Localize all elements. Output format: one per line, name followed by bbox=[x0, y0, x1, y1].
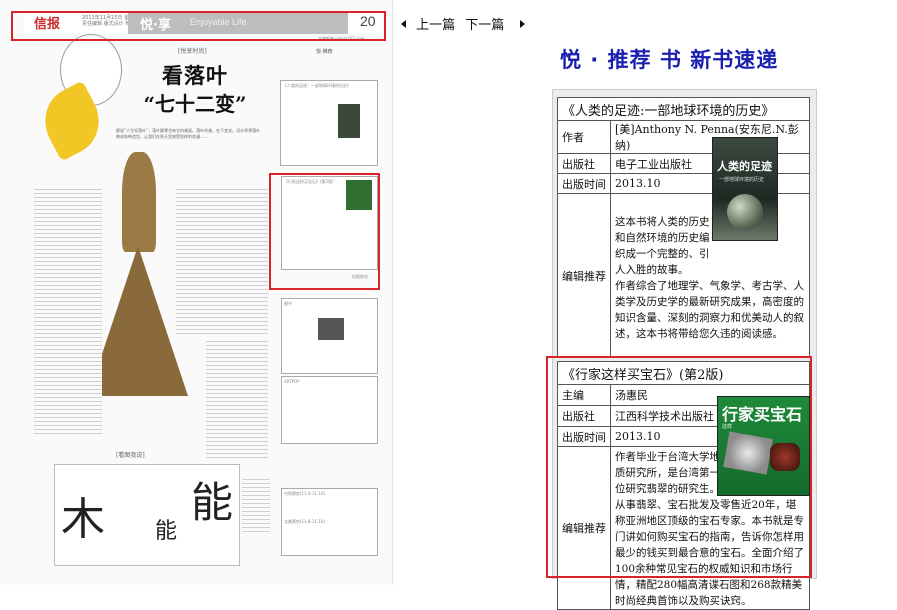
book1-author-label: 作者 bbox=[557, 120, 611, 154]
side-art-title: ARTPOP bbox=[284, 379, 300, 384]
article-body-column-3 bbox=[206, 338, 268, 458]
side-new-books-photo bbox=[318, 318, 344, 340]
calligraphy-char-2: 能 bbox=[155, 519, 178, 544]
column-tag: [悦享时尚] bbox=[178, 48, 207, 55]
side-column-title: 悦·推荐 bbox=[316, 49, 333, 55]
next-article-link[interactable]: 下一篇 bbox=[465, 14, 504, 33]
highlight-box-page-header bbox=[11, 11, 386, 41]
article-navigation: 上一篇 下一篇 bbox=[401, 14, 526, 33]
side-box-office-title-1: 内地票房(11.4-11.10) bbox=[284, 491, 325, 496]
sub-column-tag: [看图我说] bbox=[116, 452, 145, 459]
triangle-left-icon bbox=[401, 19, 406, 28]
book1-cover-subtitle: 一部地球环境的历史 bbox=[719, 177, 765, 183]
book1-publisher-label: 出版社 bbox=[557, 153, 611, 174]
book1-publisher: 电子工业出版社 bbox=[610, 153, 810, 174]
article-body-column-2 bbox=[176, 186, 268, 336]
leaf-dress-bodice-illustration bbox=[122, 152, 156, 252]
side-new-books-title: 图书 bbox=[284, 301, 292, 306]
book1-recommend-text-long: 作者综合了地理学、气象学、考古学、人类学及历史学的最新研究成果，高密度的知识含量… bbox=[615, 279, 804, 340]
book1-title: 《人类的足迹:一部地球环境的历史》 bbox=[557, 97, 810, 121]
book1-author: [美]Anthony N. Penna(安东尼.N.彭纳) bbox=[610, 120, 810, 154]
article-body-column-1 bbox=[34, 186, 102, 436]
newspaper-page-thumbnail[interactable]: 信报 2013年11月15日 星期五 责任编辑 版式设计 校对 悦·享 Enjo… bbox=[0, 0, 393, 585]
book1-cover-image: 人类的足迹 一部地球环境的历史 bbox=[712, 137, 778, 241]
side-box-office-title-2: 北美票房(11.8-11.10) bbox=[284, 519, 325, 524]
calligraphy-char-3: 能 bbox=[191, 478, 234, 527]
prev-article-link[interactable]: 上一篇 bbox=[416, 14, 455, 33]
page-title: 悦 · 推荐 书 新书速递 bbox=[560, 48, 779, 72]
highlight-box-book2 bbox=[546, 356, 812, 578]
globe-icon bbox=[727, 194, 763, 230]
side-book1-cover bbox=[338, 104, 360, 138]
book1-cover-title: 人类的足迹 bbox=[717, 160, 772, 173]
calligraphy-illustration: 木 能 能 bbox=[54, 464, 240, 566]
headline-line-1: 看落叶 bbox=[162, 63, 228, 88]
article-headline[interactable]: 看落叶 “七十二变” bbox=[130, 60, 260, 117]
side-box-office-table[interactable]: 内地票房(11.4-11.10) 北美票房(11.8-11.10) bbox=[281, 488, 378, 556]
highlight-box-book2-thumbnail bbox=[269, 173, 380, 290]
side-art-table[interactable]: ARTPOP bbox=[281, 376, 378, 444]
book1-recommend-cell: 这本书将人类的历史和自然环境的历史编织成一个完整的、引人入胜的故事。 作者综合了… bbox=[610, 193, 810, 358]
article-lead: 都说“人生如落叶”，落叶飘零也有它的美丽。落叶的美，在于变化。设计师将落叶做成各… bbox=[116, 128, 261, 139]
side-book1-title: 《人类的足迹：一部地球环境的历史》 bbox=[283, 83, 351, 88]
calligraphy-char-1: 木 bbox=[61, 494, 105, 545]
leaf-dress-skirt-illustration bbox=[88, 246, 188, 396]
triangle-right-icon bbox=[520, 19, 526, 28]
side-book1-table[interactable]: 《人类的足迹：一部地球环境的历史》 bbox=[280, 80, 378, 166]
book1-date-label: 出版时间 bbox=[557, 173, 611, 194]
book1-date: 2013.10 bbox=[610, 173, 810, 194]
headline-line-2: “七十二变” bbox=[143, 92, 247, 116]
book1-recommend-text-short: 这本书将人类的历史和自然环境的历史编织成一个完整的、引人入胜的故事。 bbox=[615, 215, 710, 276]
calligraphy-caption bbox=[242, 476, 270, 532]
book1-recommend-label: 编辑推荐 bbox=[557, 193, 611, 358]
